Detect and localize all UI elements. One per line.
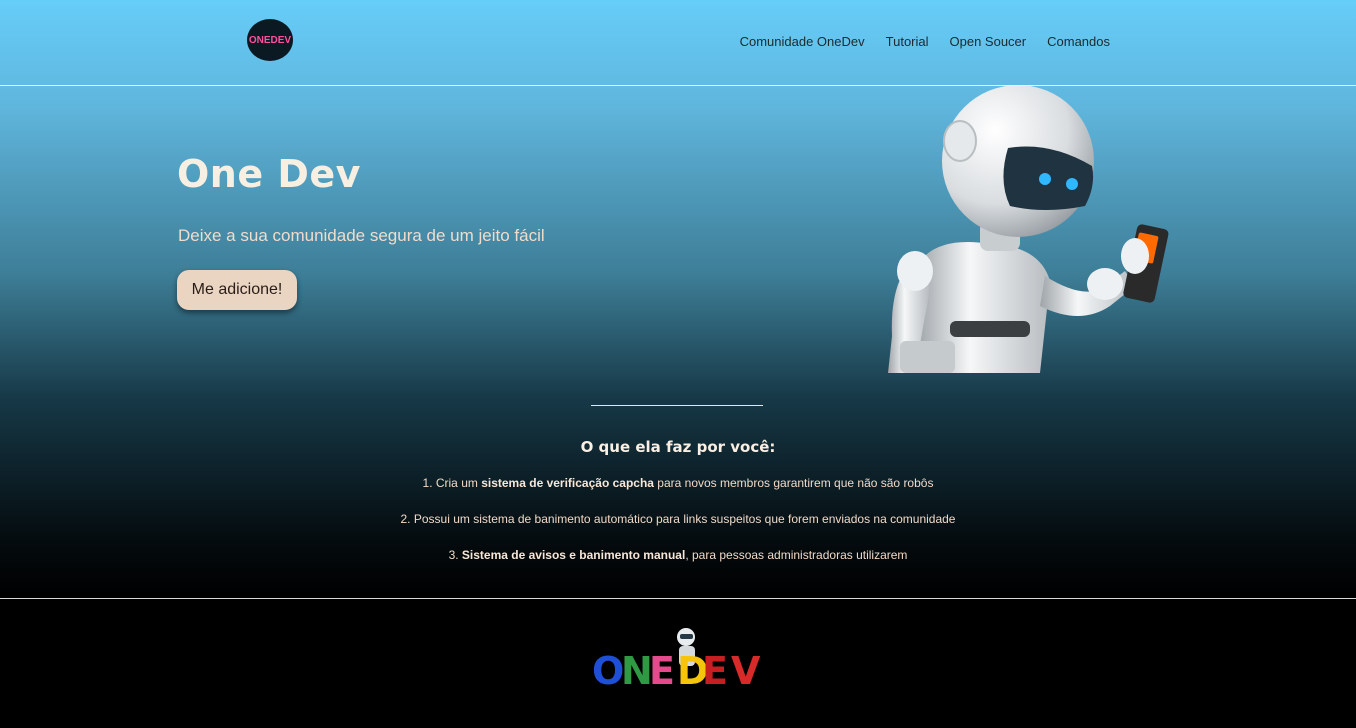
feature-1-prefix: 1. Cria um: [422, 476, 482, 490]
robot-with-phone-image: [880, 86, 1185, 373]
feature-3-suffix: , para pessoas administradoras utilizare…: [685, 548, 908, 562]
onedev-logo-icon[interactable]: ONEDEV: [247, 19, 293, 61]
hero-subtitle: Deixe a sua comunidade segura de um jeit…: [178, 226, 545, 245]
feature-1-bold: sistema de verificação capcha: [481, 476, 654, 490]
nav-comunidade-onedev[interactable]: Comunidade OneDev: [740, 34, 865, 49]
footer-logo-letter: O: [592, 649, 624, 693]
hero-title: One Dev: [177, 152, 361, 196]
nav-comandos[interactable]: Comandos: [1047, 34, 1110, 49]
site-footer: ONEDEV: [0, 598, 1356, 728]
features-title: O que ela faz por você:: [580, 438, 776, 456]
header-logo-text: ONEDEV: [248, 34, 292, 46]
feature-3-bold: Sistema de avisos e banimento manual: [461, 548, 686, 562]
feature-item-1: 1. Cria um sistema de verificação capcha…: [0, 476, 1356, 490]
add-bot-button[interactable]: Me adicione!: [177, 270, 297, 310]
feature-2-text: 2. Possui um sistema de banimento automá…: [400, 512, 956, 526]
onedev-footer-logo[interactable]: ONEDEV: [589, 624, 764, 694]
feature-item-3: 3. Sistema de avisos e banimento manual,…: [0, 548, 1356, 562]
feature-3-prefix: 3.: [448, 548, 462, 562]
main-nav: Comunidade OneDev Tutorial Open Soucer C…: [740, 34, 1110, 49]
nav-open-soucer[interactable]: Open Soucer: [950, 34, 1027, 49]
feature-item-2: 2. Possui um sistema de banimento automá…: [0, 512, 1356, 526]
section-divider: [591, 405, 763, 406]
footer-logo-letter: E: [702, 649, 728, 693]
site-header: ONEDEV Comunidade OneDev Tutorial Open S…: [0, 0, 1356, 86]
nav-tutorial[interactable]: Tutorial: [886, 34, 929, 49]
footer-logo-graphic: ONE DE V: [592, 628, 761, 693]
feature-1-suffix: para novos membros garantirem que não sã…: [653, 476, 934, 490]
footer-logo-letter: V: [731, 649, 761, 693]
footer-logo-letter: E: [649, 649, 675, 693]
